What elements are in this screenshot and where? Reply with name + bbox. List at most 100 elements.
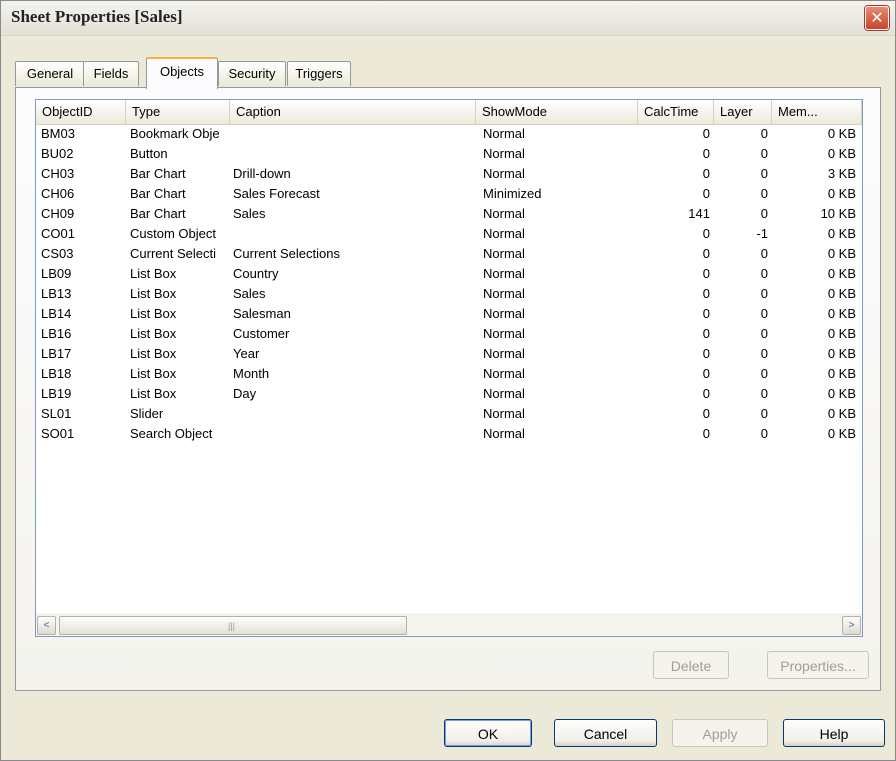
cell-layer: 0 xyxy=(760,406,768,421)
table-row[interactable]: BM03 Bookmark Obje Normal 0 0 0 KB xyxy=(36,124,862,144)
cell-caption: Current Selections xyxy=(233,246,340,261)
cell-objectid: LB13 xyxy=(41,286,72,301)
window-title: Sheet Properties [Sales] xyxy=(11,7,183,26)
column-header-showmode[interactable]: ShowMode xyxy=(476,100,638,124)
scroll-right-icon[interactable]: > xyxy=(842,616,861,635)
column-header-memory[interactable]: Mem... xyxy=(772,100,862,124)
cell-caption xyxy=(233,424,473,444)
cell-objectid: LB17 xyxy=(41,346,72,361)
cell-calctime: 141 xyxy=(688,206,710,221)
cell-caption: Customer xyxy=(233,326,290,341)
tab-objects[interactable]: Objects xyxy=(146,57,218,89)
table-row[interactable]: LB17 List Box Year Normal 0 0 0 KB xyxy=(36,344,862,364)
cell-memory: 10 KB xyxy=(820,206,856,221)
cell-type: Bar Chart xyxy=(130,186,186,201)
table-row[interactable]: CH09 Bar Chart Sales Normal 141 0 10 KB xyxy=(36,204,862,224)
cell-showmode: Minimized xyxy=(483,186,542,201)
horizontal-scrollbar[interactable]: < ||| > xyxy=(36,614,862,636)
cell-caption: Salesman xyxy=(233,306,291,321)
tab-fields[interactable]: Fields xyxy=(83,61,139,86)
cell-objectid: LB18 xyxy=(41,366,72,381)
cell-layer: 0 xyxy=(760,326,768,341)
cell-caption: Day xyxy=(233,386,257,401)
tab-general[interactable]: General xyxy=(15,61,85,86)
cell-layer: 0 xyxy=(760,126,768,141)
cell-layer: 0 xyxy=(760,146,768,161)
apply-button[interactable]: Apply xyxy=(672,719,768,747)
cell-showmode: Normal xyxy=(483,346,525,361)
cell-calctime: 0 xyxy=(702,266,710,281)
cell-memory: 0 KB xyxy=(827,186,856,201)
tab-security[interactable]: Security xyxy=(218,61,286,86)
cell-objectid: LB14 xyxy=(41,306,72,321)
table-row[interactable]: LB19 List Box Day Normal 0 0 0 KB xyxy=(36,384,862,404)
cancel-button[interactable]: Cancel xyxy=(554,719,657,747)
cell-caption: Year xyxy=(233,346,260,361)
cell-memory: 0 KB xyxy=(827,246,856,261)
cell-layer: 0 xyxy=(760,266,768,281)
cell-type: List Box xyxy=(130,386,177,401)
cell-memory: 0 KB xyxy=(827,306,856,321)
column-header-calctime[interactable]: CalcTime xyxy=(638,100,714,124)
cell-showmode: Normal xyxy=(483,286,525,301)
table-row[interactable]: LB16 List Box Customer Normal 0 0 0 KB xyxy=(36,324,862,344)
help-button[interactable]: Help xyxy=(783,719,885,747)
table-row[interactable]: CO01 Custom Object Normal 0 -1 0 KB xyxy=(36,224,862,244)
cell-type: List Box xyxy=(130,286,177,301)
cell-calctime: 0 xyxy=(702,146,710,161)
cell-calctime: 0 xyxy=(702,326,710,341)
column-header-layer[interactable]: Layer xyxy=(714,100,772,124)
cell-showmode: Normal xyxy=(483,206,525,221)
cell-calctime: 0 xyxy=(702,406,710,421)
cell-memory: 0 KB xyxy=(827,126,856,141)
cell-calctime: 0 xyxy=(702,366,710,381)
cell-caption: Drill-down xyxy=(233,166,291,181)
cell-memory: 0 KB xyxy=(827,346,856,361)
properties-button[interactable]: Properties... xyxy=(767,651,869,679)
table-row[interactable]: CS03 Current Selecti Current Selections Nor… xyxy=(36,244,862,264)
table-row[interactable]: LB13 List Box Sales Normal 0 0 0 KB xyxy=(36,284,862,304)
cell-layer: 0 xyxy=(760,166,768,181)
table-row[interactable]: SL01 Slider Normal 0 0 0 KB xyxy=(36,404,862,424)
table-row[interactable]: CH03 Bar Chart Drill-down Normal 0 0 3 KB xyxy=(36,164,862,184)
tab-triggers[interactable]: Triggers xyxy=(287,61,351,86)
cell-memory: 0 KB xyxy=(827,146,856,161)
cell-objectid: LB19 xyxy=(41,386,72,401)
cell-showmode: Normal xyxy=(483,126,525,141)
cell-memory: 3 KB xyxy=(827,166,856,181)
cell-showmode: Normal xyxy=(483,226,525,241)
cell-showmode: Normal xyxy=(483,266,525,281)
sheet-properties-dialog: Sheet Properties [Sales] ✕ General Field… xyxy=(0,0,896,761)
table-row[interactable]: CH06 Bar Chart Sales Forecast Minimized 0 0 0 … xyxy=(36,184,862,204)
cell-memory: 0 KB xyxy=(827,266,856,281)
cell-layer: 0 xyxy=(760,306,768,321)
ok-button[interactable]: OK xyxy=(444,719,532,747)
cell-memory: 0 KB xyxy=(827,326,856,341)
column-header-caption[interactable]: Caption xyxy=(230,100,476,124)
cell-type: Button xyxy=(130,146,168,161)
table-row[interactable]: LB18 List Box Month Normal 0 0 0 KB xyxy=(36,364,862,384)
cell-showmode: Normal xyxy=(483,426,525,441)
close-icon[interactable]: ✕ xyxy=(865,6,889,30)
delete-button[interactable]: Delete xyxy=(653,651,729,679)
column-header-objectid[interactable]: ObjectID xyxy=(36,100,126,124)
scroll-thumb[interactable]: ||| xyxy=(59,616,407,635)
cell-showmode: Normal xyxy=(483,326,525,341)
cell-type: List Box xyxy=(130,346,177,361)
cell-calctime: 0 xyxy=(702,186,710,201)
table-row[interactable]: SO01 Search Object Normal 0 0 0 KB xyxy=(36,424,862,444)
table-row[interactable]: BU02 Button Normal 0 0 0 KB xyxy=(36,144,862,164)
scroll-left-icon[interactable]: < xyxy=(37,616,56,635)
cell-layer: 0 xyxy=(760,386,768,401)
objects-list[interactable]: ObjectID Type Caption ShowMode CalcTime … xyxy=(35,99,863,637)
column-header-type[interactable]: Type xyxy=(126,100,230,124)
cell-objectid: LB16 xyxy=(41,326,72,341)
table-row[interactable]: LB14 List Box Salesman Normal 0 0 0 KB xyxy=(36,304,862,324)
cell-layer: -1 xyxy=(756,226,768,241)
table-row[interactable]: LB09 List Box Country Normal 0 0 0 KB xyxy=(36,264,862,284)
cell-layer: 0 xyxy=(760,206,768,221)
cell-objectid: LB09 xyxy=(41,266,72,281)
cell-objectid: BU02 xyxy=(41,146,74,161)
cell-calctime: 0 xyxy=(702,226,710,241)
cell-calctime: 0 xyxy=(702,346,710,361)
